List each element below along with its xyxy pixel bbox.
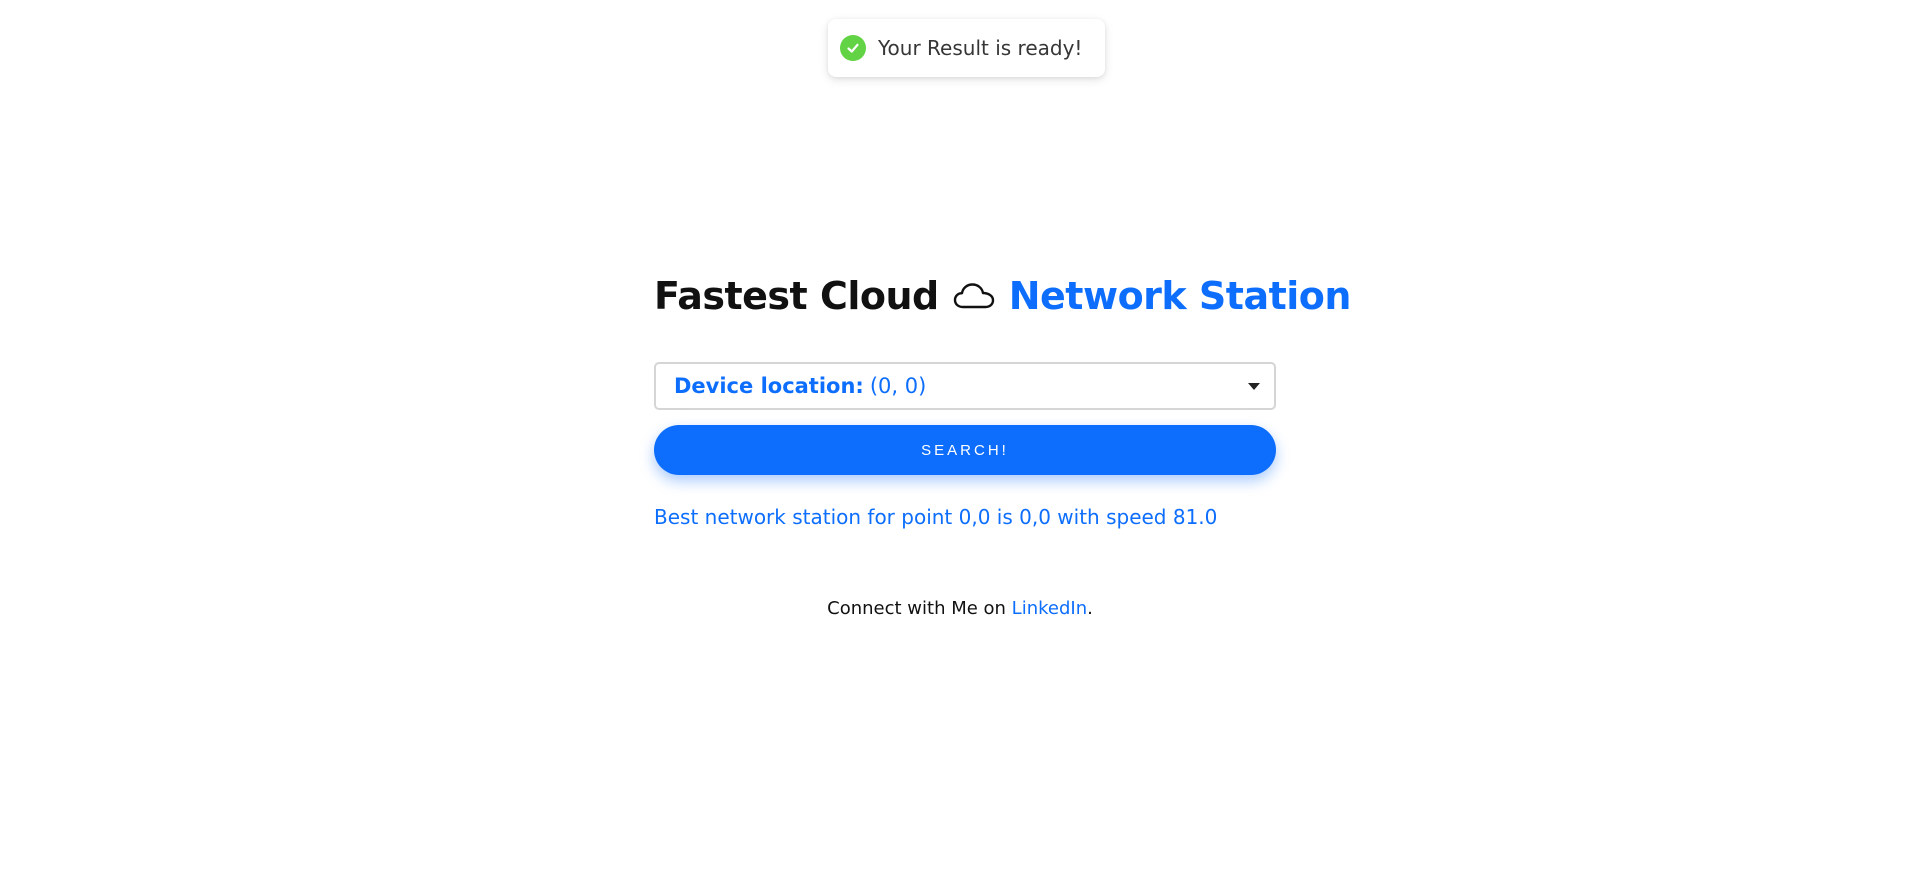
search-button[interactable]: SEARCH! xyxy=(654,425,1276,475)
select-label: Device location: xyxy=(674,374,864,398)
title-text-accent: Network Station xyxy=(1008,274,1352,318)
linkedin-link[interactable]: LinkedIn xyxy=(1012,598,1087,619)
result-toast: Your Result is ready! xyxy=(828,19,1105,77)
title-text-primary: Fastest Cloud xyxy=(654,274,939,318)
toast-message: Your Result is ready! xyxy=(878,36,1083,60)
main-panel: Fastest Cloud Network Station Device loc… xyxy=(654,262,1351,529)
device-location-select[interactable]: Device location: (0, 0) xyxy=(654,362,1276,410)
cloud-icon xyxy=(953,282,995,310)
result-message: Best network station for point 0,0 is 0,… xyxy=(654,505,1218,529)
caret-down-icon[interactable] xyxy=(1248,382,1260,390)
page-title: Fastest Cloud Network Station xyxy=(654,262,1351,330)
footer: Connect with Me on LinkedIn. xyxy=(0,598,1920,619)
footer-suffix: . xyxy=(1087,598,1093,619)
footer-prefix: Connect with Me on xyxy=(827,598,1012,619)
check-circle-icon xyxy=(840,35,866,61)
select-value: (0, 0) xyxy=(869,374,927,398)
page: Your Result is ready! Fastest Cloud Netw… xyxy=(0,0,1920,883)
